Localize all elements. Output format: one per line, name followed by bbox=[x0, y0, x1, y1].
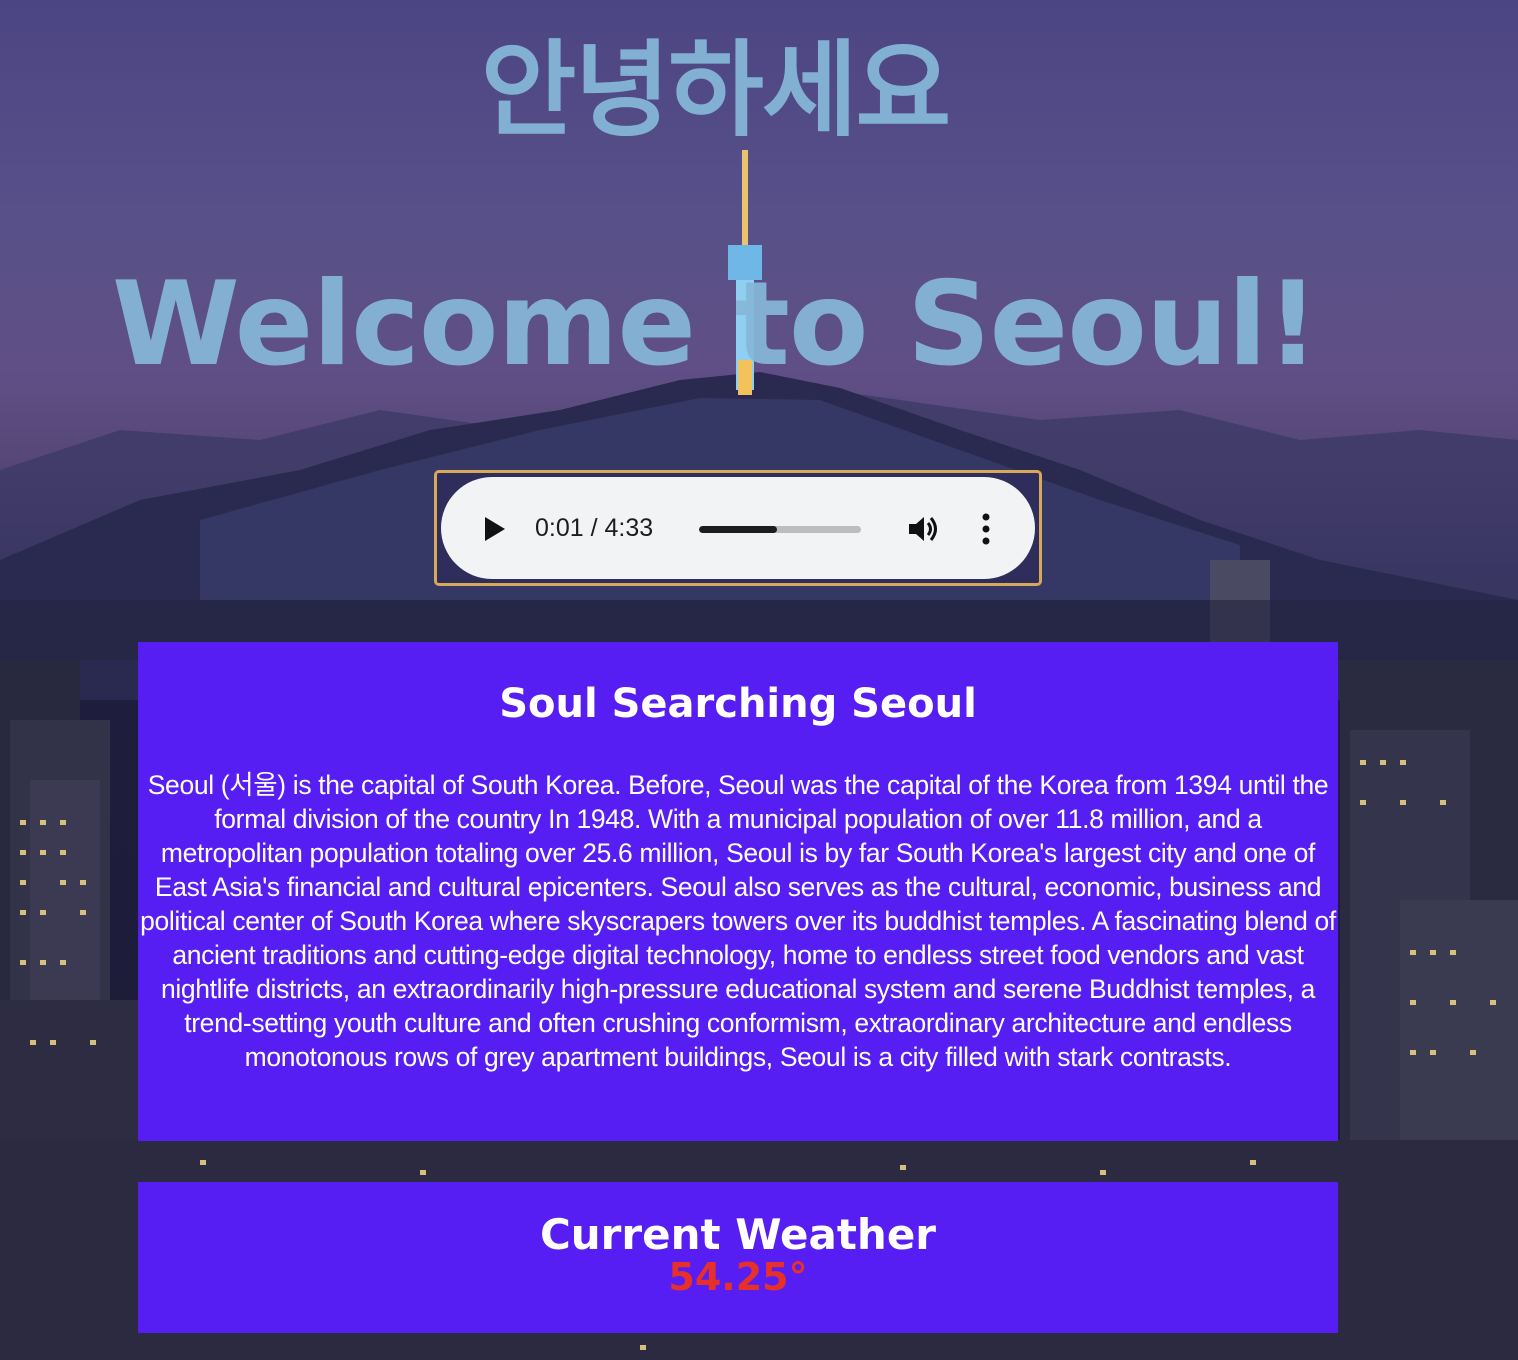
weather-panel: Current Weather 54.25° bbox=[138, 1182, 1338, 1333]
play-icon[interactable] bbox=[485, 517, 505, 541]
seek-bar-progress bbox=[699, 526, 777, 533]
time-display: 0:01 / 4:33 bbox=[535, 514, 654, 542]
weather-title: Current Weather bbox=[539, 1210, 937, 1259]
temperature-value: 54.25° bbox=[668, 1255, 808, 1299]
volume-icon[interactable] bbox=[907, 513, 941, 545]
more-options-icon[interactable] bbox=[979, 511, 993, 547]
about-seoul-panel: Soul Searching Seoul Seoul (서울) is the c… bbox=[138, 642, 1338, 1141]
page-title: Welcome to Seoul! bbox=[111, 257, 1319, 392]
seek-bar[interactable] bbox=[699, 526, 861, 533]
audio-player-frame: 0:01 / 4:33 bbox=[434, 470, 1042, 586]
about-description: Seoul (서울) is the capital of South Korea… bbox=[140, 770, 1336, 1072]
audio-player: 0:01 / 4:33 bbox=[441, 477, 1035, 579]
about-title: Soul Searching Seoul bbox=[499, 681, 977, 727]
greeting-heading: 안녕하세요 bbox=[480, 29, 951, 151]
